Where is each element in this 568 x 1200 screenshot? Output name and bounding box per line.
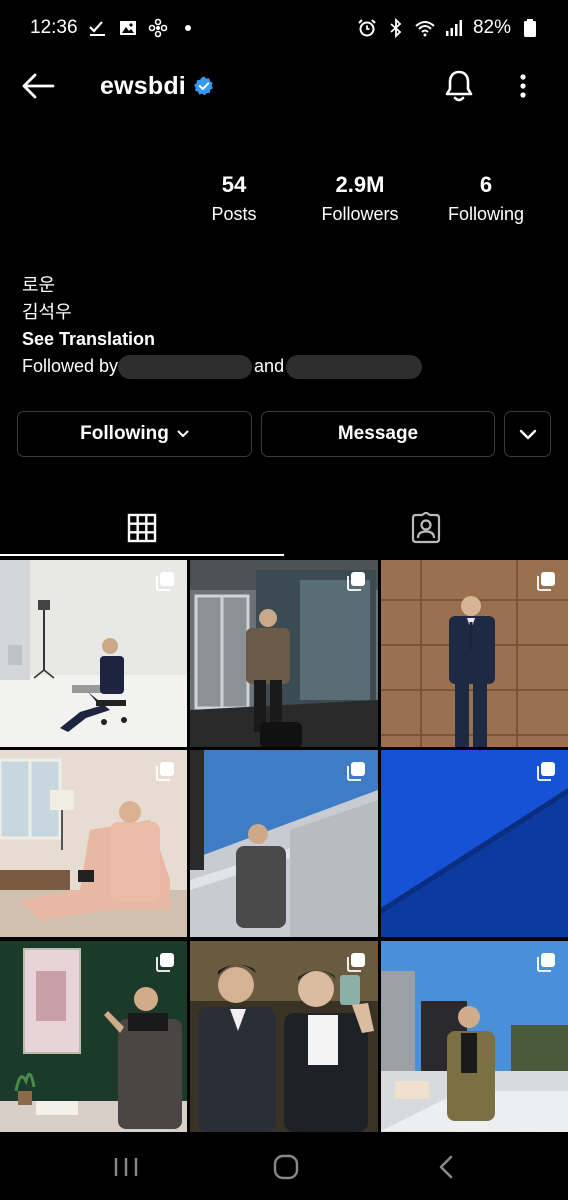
profile-header: ewsbdi bbox=[0, 56, 568, 116]
back-icon bbox=[439, 1155, 453, 1179]
check-download-icon bbox=[88, 18, 108, 38]
following-stat[interactable]: 6 Following bbox=[421, 170, 551, 228]
posts-stat[interactable]: 54 Posts bbox=[169, 170, 299, 228]
post-thumbnail-4[interactable] bbox=[0, 750, 187, 937]
more-vertical-icon bbox=[520, 74, 526, 98]
multiple-photos-icon bbox=[537, 572, 555, 591]
alarm-icon bbox=[357, 18, 377, 38]
profile-bio: 로운 김석우 See Translation Followed by and bbox=[22, 272, 542, 380]
back-button[interactable] bbox=[20, 68, 56, 104]
grid-icon bbox=[127, 513, 157, 543]
multiple-photos-icon bbox=[537, 762, 555, 781]
verified-badge-icon bbox=[194, 76, 213, 96]
notifications-button[interactable] bbox=[440, 66, 478, 106]
home-icon bbox=[273, 1154, 299, 1180]
multiple-photos-icon bbox=[156, 953, 174, 972]
image-icon bbox=[118, 18, 138, 38]
battery-icon bbox=[520, 18, 540, 38]
back-arrow-icon bbox=[22, 73, 55, 99]
bluetooth-icon bbox=[386, 18, 406, 38]
suggested-accounts-button[interactable] bbox=[504, 411, 551, 457]
multiple-photos-icon bbox=[347, 953, 365, 972]
bio-line-2: 김석우 bbox=[22, 302, 72, 322]
post-thumbnail-1[interactable] bbox=[0, 560, 187, 747]
followers-count: 2.9M bbox=[335, 172, 385, 197]
profile-username: ewsbdi bbox=[100, 71, 186, 100]
post-thumbnail-6[interactable] bbox=[381, 750, 568, 937]
dot-icon bbox=[178, 18, 198, 38]
tagged-icon bbox=[411, 512, 441, 544]
following-label: Following bbox=[447, 204, 525, 224]
post-thumbnail-8[interactable] bbox=[190, 941, 378, 1132]
redacted-username-2 bbox=[286, 354, 423, 379]
post-thumbnail-7[interactable] bbox=[0, 941, 187, 1132]
active-tab-indicator bbox=[0, 554, 284, 556]
following-button[interactable]: Following bbox=[17, 411, 252, 457]
system-back-button[interactable] bbox=[416, 1150, 476, 1184]
redacted-username-1 bbox=[118, 354, 253, 379]
post-thumbnail-5[interactable] bbox=[190, 750, 378, 937]
followed-by-row[interactable]: Followed by and bbox=[22, 353, 542, 380]
bell-icon bbox=[445, 70, 473, 102]
followers-stat[interactable]: 2.9M Followers bbox=[295, 170, 425, 228]
see-translation-link[interactable]: See Translation bbox=[22, 326, 542, 353]
pinwheel-icon bbox=[148, 18, 168, 38]
multiple-photos-icon bbox=[347, 572, 365, 591]
posts-label: Posts bbox=[211, 204, 257, 224]
wifi-icon bbox=[415, 18, 435, 38]
status-bar: 12:36 82% bbox=[0, 0, 568, 56]
posts-count: 54 bbox=[221, 172, 247, 197]
multiple-photos-icon bbox=[347, 762, 365, 781]
chevron-down-icon bbox=[177, 430, 189, 437]
status-time: 12:36 bbox=[30, 17, 78, 38]
post-thumbnail-9[interactable] bbox=[381, 941, 568, 1132]
tab-tagged[interactable] bbox=[284, 500, 568, 556]
post-thumbnail-2[interactable] bbox=[190, 560, 378, 747]
message-button[interactable]: Message bbox=[261, 411, 495, 457]
recents-icon bbox=[114, 1158, 138, 1176]
post-thumbnail-3[interactable] bbox=[381, 560, 568, 747]
multiple-photos-icon bbox=[156, 572, 174, 591]
following-count: 6 bbox=[479, 172, 493, 197]
followers-label: Followers bbox=[321, 204, 399, 224]
chevron-down-icon bbox=[519, 429, 536, 439]
tab-posts-grid[interactable] bbox=[0, 500, 284, 556]
multiple-photos-icon bbox=[537, 953, 555, 972]
system-nav-bar bbox=[0, 1134, 568, 1200]
bio-line-1: 로운 bbox=[22, 275, 56, 295]
battery-percent: 82% bbox=[472, 17, 511, 38]
message-button-label: Message bbox=[337, 423, 419, 444]
following-button-label: Following bbox=[80, 423, 169, 444]
followed-by-label: Followed by bbox=[22, 356, 119, 376]
posts-grid bbox=[0, 560, 568, 1132]
recents-button[interactable] bbox=[96, 1150, 156, 1184]
followed-by-and: and bbox=[254, 356, 285, 376]
signal-icon bbox=[444, 18, 464, 38]
multiple-photos-icon bbox=[156, 762, 174, 781]
home-button[interactable] bbox=[256, 1150, 316, 1184]
more-options-button[interactable] bbox=[508, 66, 538, 106]
